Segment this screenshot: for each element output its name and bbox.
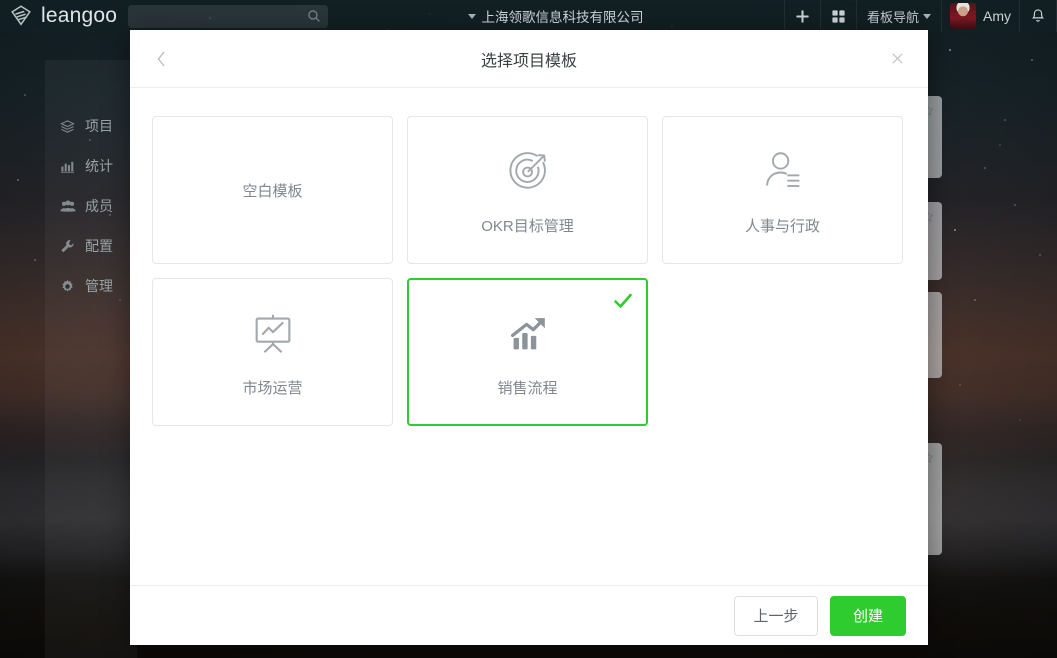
close-icon (891, 53, 903, 64)
wrench-icon (59, 239, 76, 254)
avatar[interactable] (950, 3, 976, 29)
template-card-hr[interactable]: 人事与行政 (662, 116, 903, 264)
board-navigation-label: 看板导航 (866, 9, 919, 25)
presentation-chart-icon (248, 307, 298, 359)
user-menu[interactable]: Amy (941, 0, 1019, 32)
sidebar-item-configuration[interactable]: 配置 (45, 226, 137, 266)
close-button[interactable] (884, 46, 910, 72)
search-box[interactable] (128, 4, 328, 28)
template-label: 人事与行政 (744, 217, 820, 235)
grid-apps-icon (832, 9, 845, 23)
dialog-header: 选择项目模板 (130, 30, 928, 88)
top-navigation-bar: leangoo 上海领歌信息科技有限公司 看板导航 Amy (0, 0, 1057, 32)
sidebar-item-members[interactable]: 成员 (45, 186, 137, 226)
previous-step-button[interactable]: 上一步 (734, 595, 818, 636)
template-card-sales[interactable]: 销售流程 (407, 278, 648, 426)
gear-icon (59, 279, 76, 294)
select-project-template-dialog: 选择项目模板 空白模板 OKR目标管理 人事与行政 市场运营 销售流程 上一步 … (130, 30, 928, 645)
organization-name: 上海领歌信息科技有限公司 (481, 10, 644, 25)
bar-chart-arrow-icon (503, 307, 553, 359)
sidebar-item-management[interactable]: 管理 (45, 266, 137, 306)
user-name: Amy (983, 8, 1011, 24)
dialog-title: 选择项目模板 (480, 52, 577, 70)
template-label: 空白模板 (242, 182, 303, 200)
target-arrow-icon (503, 145, 553, 197)
sidebar-item-label: 项目 (85, 118, 113, 134)
sidebar-item-label: 成员 (85, 198, 113, 214)
create-button[interactable]: 创建 (830, 595, 906, 636)
sidebar-item-label: 配置 (85, 238, 113, 254)
sidebar-item-projects[interactable]: 项目 (45, 106, 137, 146)
sidebar-item-statistics[interactable]: 统计 (45, 146, 137, 186)
sidebar-item-label: 管理 (85, 278, 113, 294)
layers-icon (59, 119, 76, 134)
add-button[interactable] (783, 0, 820, 32)
template-label: 市场运营 (242, 379, 303, 397)
search-input[interactable] (128, 9, 328, 23)
layers-logo-icon (11, 5, 31, 26)
caret-down-icon (468, 13, 477, 19)
search-icon[interactable] (307, 9, 321, 23)
template-label: OKR目标管理 (481, 217, 574, 235)
template-card-marketing[interactable]: 市场运营 (152, 278, 393, 426)
sidebar-item-label: 统计 (85, 158, 113, 174)
check-icon (614, 293, 632, 308)
plus-icon (796, 9, 809, 23)
dialog-body: 空白模板 OKR目标管理 人事与行政 市场运营 销售流程 (130, 88, 928, 585)
left-sidebar: 项目 统计 成员 配置 管理 (45, 60, 137, 658)
bell-icon (1031, 9, 1045, 22)
apps-button[interactable] (819, 0, 856, 32)
template-card-blank[interactable]: 空白模板 (152, 116, 393, 264)
notifications-button[interactable] (1019, 0, 1057, 32)
bar-chart-icon (59, 159, 76, 174)
template-card-okr[interactable]: OKR目标管理 (407, 116, 648, 264)
top-bar-tools: 看板导航 Amy (783, 0, 1057, 32)
chevron-left-icon (157, 51, 165, 66)
person-lines-icon (758, 145, 808, 197)
caret-down-icon (923, 13, 931, 19)
template-grid: 空白模板 OKR目标管理 人事与行政 市场运营 销售流程 (152, 116, 906, 426)
brand-logo[interactable]: leangoo (0, 3, 122, 29)
organization-selector[interactable]: 上海领歌信息科技有限公司 (328, 6, 784, 26)
brand-name: leangoo (41, 4, 118, 27)
board-navigation-button[interactable]: 看板导航 (855, 0, 941, 32)
template-label: 销售流程 (497, 379, 558, 397)
dialog-footer: 上一步 创建 (130, 585, 928, 645)
back-button[interactable] (148, 46, 174, 72)
people-icon (59, 199, 76, 214)
